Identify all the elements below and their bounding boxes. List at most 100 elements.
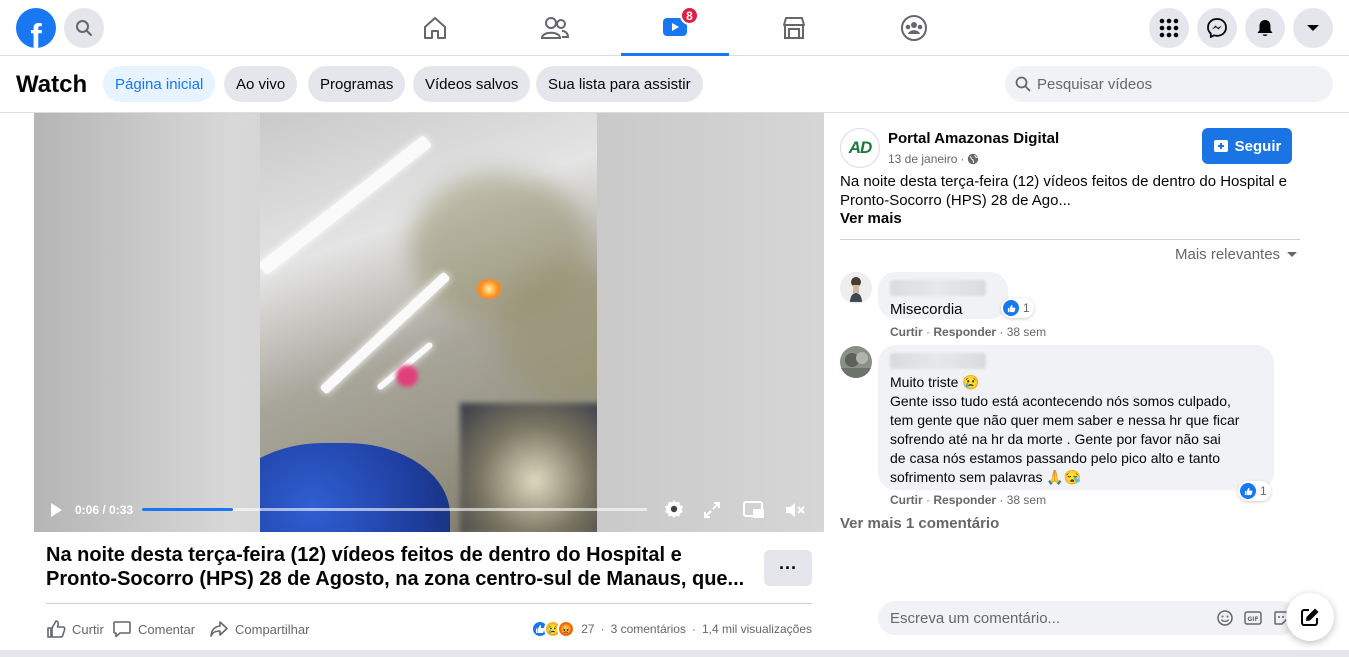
divider	[840, 239, 1300, 240]
comment-input[interactable]	[890, 609, 1210, 627]
settings-gear-icon[interactable]	[664, 499, 684, 519]
compose-icon	[1301, 608, 1319, 626]
top-navigation-bar: f 8	[0, 0, 1349, 56]
svg-text:GIF: GIF	[1247, 616, 1258, 623]
marketplace-icon	[783, 17, 805, 39]
friends-icon	[541, 17, 569, 39]
tab-programas[interactable]: Programas	[308, 66, 406, 102]
groups-icon	[901, 15, 927, 41]
comment-composer[interactable]: GIF	[878, 601, 1298, 635]
share-label: Compartilhar	[235, 621, 310, 637]
tab-ao-vivo[interactable]: Ao vivo	[224, 66, 298, 102]
like-button[interactable]: Curtir	[46, 619, 104, 639]
play-icon[interactable]	[48, 502, 64, 518]
tab-friends[interactable]	[501, 0, 609, 56]
comment-like-count: 1	[1023, 301, 1030, 315]
meta-separator: ·	[999, 325, 1004, 339]
view-more-comments-link[interactable]: Ver mais 1 comentário	[840, 515, 999, 532]
video-controls: 0:06 / 0:33	[34, 488, 824, 532]
commenter-name-blurred[interactable]	[890, 353, 986, 369]
comment-actions: Curtir · Responder · 38 sem	[890, 325, 1046, 339]
comment-bubble: Misecordia	[878, 272, 1008, 319]
search-videos-input[interactable]	[1037, 75, 1317, 93]
tab-watch[interactable]: 8	[621, 0, 729, 56]
video-search[interactable]	[1005, 66, 1333, 102]
comment-reaction-count[interactable]: 1	[1001, 298, 1034, 318]
comment-time[interactable]: 38 sem	[1007, 325, 1046, 339]
thumbs-up-icon	[47, 620, 66, 638]
page-avatar[interactable]: AD	[840, 128, 880, 168]
stats-separator: ·	[691, 622, 696, 636]
video-progress-fill	[142, 508, 233, 511]
see-more-link[interactable]: Ver mais	[840, 210, 902, 227]
follow-button[interactable]: Seguir	[1202, 128, 1292, 164]
tab-sua-lista[interactable]: Sua lista para assistir	[536, 66, 703, 102]
video-frame	[260, 113, 597, 532]
like-reaction-icon	[1003, 300, 1019, 316]
tab-groups[interactable]	[860, 0, 968, 56]
comment-like-link[interactable]: Curtir	[890, 325, 923, 339]
emoji-icon[interactable]	[1216, 609, 1234, 627]
comment-actions: Curtir · Responder · 38 sem	[890, 493, 1046, 507]
page-title: Watch	[16, 71, 88, 98]
commenter-avatar[interactable]	[840, 272, 872, 304]
comment-text: Muito triste 😢 Gente isso tudo está acon…	[890, 374, 1240, 485]
post-description: Na noite desta terça-feira (12) vídeos f…	[840, 173, 1287, 209]
home-icon	[424, 17, 446, 39]
page-name-link[interactable]: Portal Amazonas Digital	[888, 130, 1059, 147]
tab-videos-salvos[interactable]: Vídeos salvos	[413, 66, 531, 102]
facebook-logo[interactable]: f	[16, 8, 56, 48]
commenter-avatar[interactable]	[840, 346, 872, 378]
video-progress-bar[interactable]	[142, 508, 647, 511]
comment-reply-link[interactable]: Responder	[933, 493, 996, 507]
angry-reaction-icon: 😡	[557, 620, 576, 638]
menu-button[interactable]	[1149, 8, 1189, 48]
fullscreen-icon[interactable]	[703, 501, 721, 519]
new-message-button[interactable]	[1286, 593, 1334, 641]
post-meta: 13 de janeiro ·	[888, 152, 979, 166]
account-button[interactable]	[1293, 8, 1333, 48]
comment-sort-dropdown[interactable]: Mais relevantes	[1175, 246, 1298, 263]
search-icon	[76, 20, 92, 36]
notifications-button[interactable]	[1245, 8, 1285, 48]
comment-icon	[113, 621, 131, 638]
comment-like-count: 1	[1260, 484, 1267, 498]
sort-label: Mais relevantes	[1175, 246, 1281, 263]
video-player[interactable]: 0:06 / 0:33	[34, 113, 824, 532]
watch-header: Watch Página inicial Ao vivo Programas V…	[0, 56, 1349, 113]
stats-separator: ·	[600, 622, 605, 636]
comments-count[interactable]: 3 comentários	[611, 622, 686, 636]
reactions-count[interactable]: 27	[581, 622, 594, 636]
comment-reply-link[interactable]: Responder	[933, 325, 996, 339]
chevron-down-icon	[1287, 251, 1298, 257]
messenger-button[interactable]	[1197, 8, 1237, 48]
tab-pagina-inicial[interactable]: Página inicial	[103, 66, 216, 102]
post-date[interactable]: 13 de janeiro	[888, 152, 957, 166]
share-button[interactable]: Compartilhar	[209, 619, 309, 639]
more-options-button[interactable]: ···	[764, 550, 812, 586]
comment-button[interactable]: Comentar	[112, 619, 195, 639]
commenter-name-blurred[interactable]	[890, 280, 986, 296]
notifications-icon	[1257, 20, 1273, 36]
tab-home[interactable]	[381, 0, 489, 56]
messenger-icon	[1207, 18, 1227, 38]
like-reaction-icon	[1240, 483, 1256, 499]
search-button[interactable]	[64, 8, 104, 48]
miniplayer-icon[interactable]	[743, 500, 765, 520]
page-bottom-divider	[0, 650, 1349, 657]
globe-icon	[968, 153, 979, 165]
comment-time[interactable]: 38 sem	[1007, 493, 1046, 507]
mute-icon[interactable]	[784, 500, 806, 520]
video-stats: 😢 😡 27 · 3 comentários · 1,4 mil visuali…	[531, 619, 812, 639]
comment-like-link[interactable]: Curtir	[890, 493, 923, 507]
tab-marketplace[interactable]	[740, 0, 848, 56]
comment-label: Comentar	[138, 621, 196, 637]
video-time: 0:06 / 0:33	[75, 503, 134, 517]
account-dropdown-icon	[1307, 25, 1319, 31]
comment-reaction-count[interactable]: 1	[1238, 481, 1271, 501]
gif-icon[interactable]: GIF	[1244, 609, 1262, 627]
views-count: 1,4 mil visualizações	[701, 622, 812, 636]
divider	[46, 603, 812, 604]
meta-separator: ·	[926, 325, 931, 339]
share-icon	[210, 621, 228, 637]
